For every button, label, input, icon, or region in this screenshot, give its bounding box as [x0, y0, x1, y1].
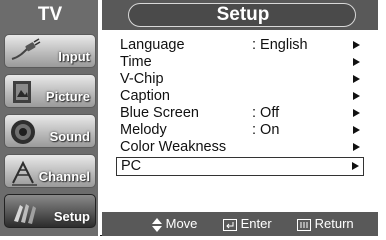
enter-hint: Enter [223, 216, 272, 232]
chevron-right-icon [353, 109, 360, 117]
enter-icon [223, 218, 237, 231]
return-icon [297, 218, 311, 231]
sidebar-item-label: Channel [38, 169, 90, 184]
sidebar-item-label: Sound [49, 129, 90, 144]
menu-item-name: Melody [120, 122, 167, 138]
enter-label: Enter [240, 216, 272, 231]
menu-item-value: : Off [252, 105, 280, 121]
menu-item-name: PC [121, 158, 142, 174]
move-hint: Move [152, 216, 197, 232]
sidebar-item-label: Picture [45, 89, 90, 104]
sidebar: TV Input Picture Sound Channel Setup [0, 0, 100, 236]
menu-item-name: V-Chip [120, 71, 164, 87]
tv-label: TV [37, 4, 63, 25]
chevron-right-icon [353, 92, 360, 100]
speaker-icon [11, 120, 35, 144]
sidebar-item-input[interactable]: Input [4, 34, 96, 68]
menu-item-language[interactable]: Language : English [116, 37, 364, 54]
move-label: Move [165, 216, 198, 231]
menu-item-name: Color Weakness [120, 139, 227, 155]
updown-arrow-icon [152, 217, 162, 232]
menu-item-v-chip[interactable]: V-Chip [116, 71, 364, 88]
chevron-right-icon [353, 126, 360, 134]
footer-bar: Move Enter Return [102, 212, 378, 236]
title-pill: Setup [128, 3, 356, 27]
sidebar-item-picture[interactable]: Picture [4, 74, 96, 108]
input-plug-icon [11, 38, 41, 60]
menu-item-name: Caption [120, 88, 170, 104]
tv-osd-screen: TV Input Picture Sound Channel Setup Set… [0, 0, 386, 240]
menu-item-caption[interactable]: Caption [116, 88, 364, 105]
sidebar-item-label: Setup [53, 209, 90, 224]
sidebar-item-sound[interactable]: Sound [4, 114, 96, 148]
return-label: Return [314, 216, 354, 231]
return-hint: Return [297, 216, 354, 232]
menu-item-melody[interactable]: Melody : On [116, 122, 364, 139]
menu-item-time[interactable]: Time [116, 54, 364, 71]
menu-item-name: Language [120, 37, 185, 53]
header-bar: Setup [102, 0, 378, 30]
menu-item-name: Time [120, 54, 152, 70]
picture-icon [13, 81, 31, 103]
menu-item-color-weakness[interactable]: Color Weakness [116, 139, 364, 156]
menu-item-value: : English [252, 37, 308, 53]
menu-item-value: : On [252, 122, 280, 138]
page-title: Setup [216, 4, 270, 25]
sidebar-item-channel[interactable]: Channel [4, 154, 96, 188]
setup-menu: Language : English Time V-Chip Caption B… [102, 30, 378, 212]
chevron-right-icon [352, 162, 359, 170]
menu-item-name: Blue Screen [120, 105, 199, 121]
chevron-right-icon [353, 75, 360, 83]
menu-item-blue-screen[interactable]: Blue Screen : Off [116, 105, 364, 122]
menu-item-pc[interactable]: PC [116, 157, 364, 176]
sidebar-item-label: Input [58, 49, 90, 64]
chevron-right-icon [353, 143, 360, 151]
setup-icon [14, 204, 36, 224]
chevron-right-icon [353, 41, 360, 49]
sidebar-item-setup[interactable]: Setup [4, 194, 96, 228]
chevron-right-icon [353, 58, 360, 66]
